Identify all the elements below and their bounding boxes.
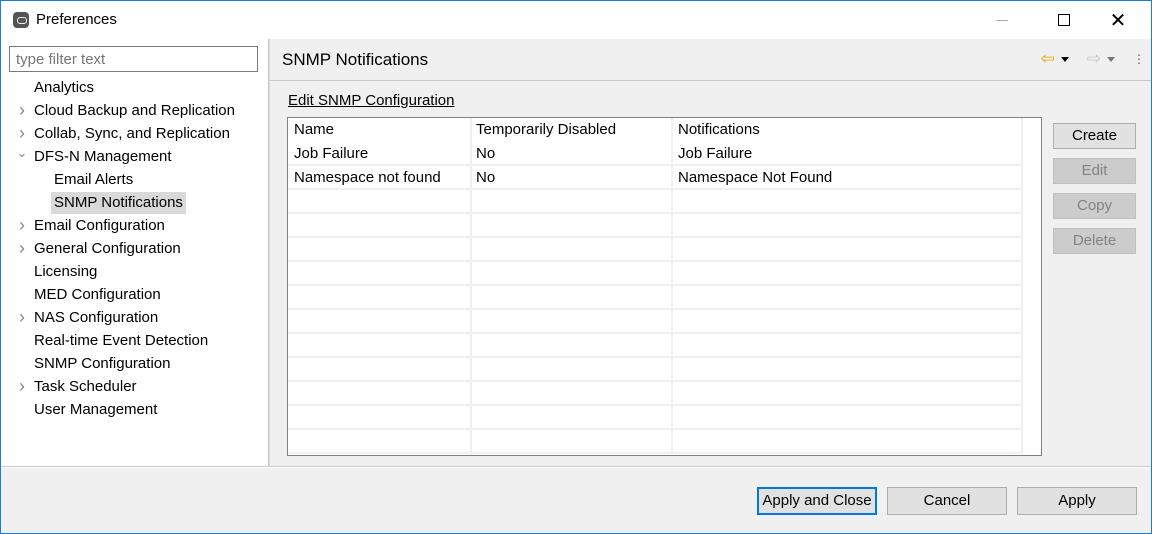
table-row[interactable] — [288, 190, 1022, 214]
table-cell: Namespace Not Found — [678, 169, 833, 186]
snmp-notifications-table[interactable]: Name Temporarily Disabled Notifications Job… — [287, 117, 1042, 456]
back-history-dropdown-icon[interactable] — [1060, 56, 1069, 62]
tree-item[interactable]: Email Alerts — [54, 169, 133, 191]
minimize-button[interactable] — [979, 1, 1025, 39]
table-row[interactable] — [288, 214, 1022, 238]
preference-page: SNMP Notifications ⇦ ⇨ ⋮ Edit SNMP Confi… — [270, 39, 1151, 466]
table-header-row[interactable]: Name Temporarily Disabled Notifications — [288, 118, 1022, 142]
close-button[interactable]: ✕ — [1095, 1, 1141, 39]
title-bar: Preferences ✕ — [1, 1, 1151, 39]
table-row[interactable] — [288, 262, 1022, 286]
table-row[interactable] — [288, 334, 1022, 358]
table-row[interactable]: Job Failure No Job Failure — [288, 142, 1022, 166]
close-icon: ✕ — [1109, 9, 1127, 32]
filter-input[interactable] — [9, 46, 258, 72]
chevron-right-icon[interactable]: › — [16, 238, 28, 260]
tree-item[interactable]: User Management — [34, 399, 157, 421]
table-row[interactable] — [288, 238, 1022, 262]
table-row[interactable] — [288, 358, 1022, 382]
table-cell: Namespace not found — [294, 169, 441, 186]
preferences-tree-pane: Analytics › Cloud Backup and Replication › C… — [1, 39, 268, 466]
delete-button[interactable]: Delete — [1053, 228, 1136, 254]
edit-snmp-configuration-link[interactable]: Edit SNMP Configuration — [288, 92, 454, 109]
tree-item[interactable]: SNMP Notifications — [51, 192, 186, 214]
footer-separator — [1, 466, 1151, 468]
table-row[interactable] — [288, 430, 1022, 454]
chevron-right-icon[interactable]: › — [16, 307, 28, 329]
tree-item[interactable]: Analytics — [34, 77, 94, 99]
app-icon — [13, 12, 29, 28]
tree-item[interactable]: MED Configuration — [34, 284, 161, 306]
chevron-down-icon[interactable]: ⌄ — [16, 146, 28, 168]
tree-item[interactable]: Collab, Sync, and Replication — [34, 123, 230, 145]
table-cell: Job Failure — [678, 145, 753, 162]
table-cell: Job Failure — [294, 145, 369, 162]
page-title: SNMP Notifications — [282, 50, 429, 69]
minimize-icon — [996, 19, 1008, 21]
table-row[interactable]: Namespace not found No Namespace Not Found — [288, 166, 1022, 190]
table-cell: No — [476, 145, 496, 162]
window-title: Preferences — [36, 11, 117, 28]
tree-item[interactable]: Real-time Event Detection — [34, 330, 208, 352]
preferences-window: Preferences ✕ Analytics › Cloud Backup and… — [0, 0, 1152, 534]
column-header[interactable]: Temporarily Disabled — [470, 118, 616, 142]
view-menu-icon[interactable]: ⋮ — [1133, 53, 1145, 65]
cancel-button[interactable]: Cancel — [887, 487, 1007, 515]
table-row[interactable] — [288, 286, 1022, 310]
tree-item[interactable]: General Configuration — [34, 238, 181, 260]
column-header[interactable]: Notifications — [672, 118, 760, 142]
column-header[interactable]: Name — [288, 118, 334, 142]
table-row[interactable] — [288, 310, 1022, 334]
tree-item[interactable]: Email Configuration — [34, 215, 165, 237]
chevron-right-icon[interactable]: › — [16, 215, 28, 237]
tree-item[interactable]: SNMP Configuration — [34, 353, 170, 375]
title-separator — [270, 80, 1151, 81]
table-row[interactable] — [288, 382, 1022, 406]
table-cell: No — [476, 169, 496, 186]
tree-item[interactable]: Cloud Backup and Replication — [34, 100, 235, 122]
back-arrow-icon[interactable]: ⇦ — [1041, 49, 1055, 69]
copy-button[interactable]: Copy — [1053, 193, 1136, 219]
chevron-right-icon[interactable]: › — [16, 100, 28, 122]
maximize-icon — [1058, 14, 1070, 26]
apply-button[interactable]: Apply — [1017, 487, 1137, 515]
tree-item[interactable]: DFS-N Management — [34, 146, 172, 168]
edit-button[interactable]: Edit — [1053, 158, 1136, 184]
tree-item[interactable]: Licensing — [34, 261, 97, 283]
tree-item[interactable]: NAS Configuration — [34, 307, 158, 329]
page-nav-toolbar: ⇦ ⇨ ⋮ — [1041, 49, 1146, 69]
forward-history-dropdown-icon[interactable] — [1107, 56, 1115, 62]
forward-arrow-icon[interactable]: ⇨ — [1087, 49, 1101, 69]
maximize-button[interactable] — [1041, 1, 1087, 39]
chevron-right-icon[interactable]: › — [16, 376, 28, 398]
create-button[interactable]: Create — [1053, 123, 1136, 149]
apply-and-close-button[interactable]: Apply and Close — [757, 487, 877, 515]
table-row[interactable] — [288, 406, 1022, 430]
tree-item[interactable]: Task Scheduler — [34, 376, 137, 398]
chevron-right-icon[interactable]: › — [16, 123, 28, 145]
